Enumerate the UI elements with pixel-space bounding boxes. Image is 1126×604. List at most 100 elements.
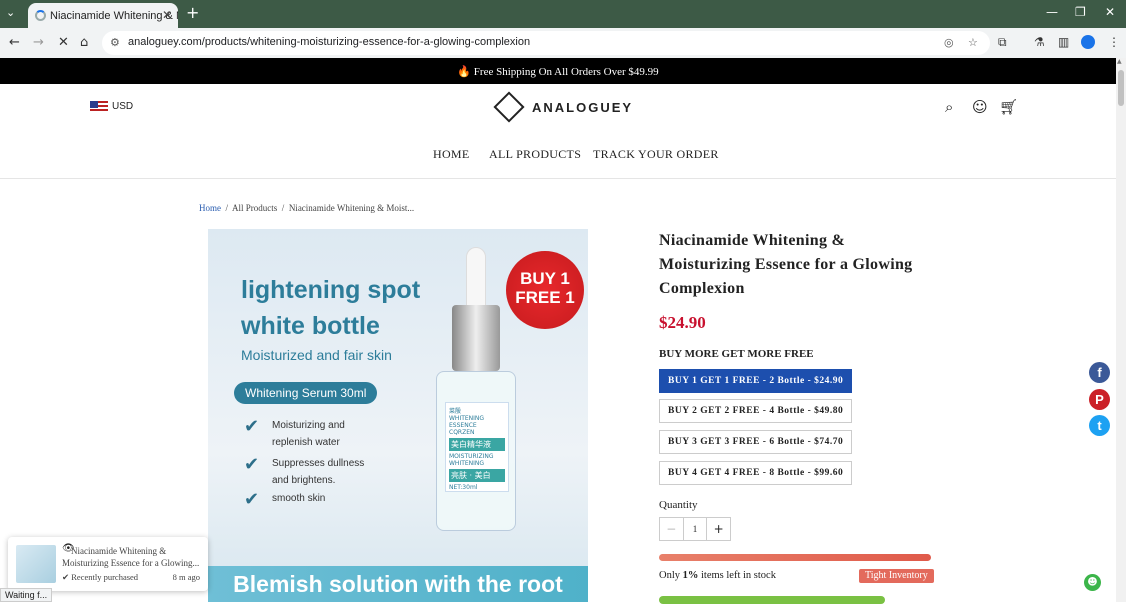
breadcrumb-separator: / xyxy=(225,203,229,213)
extensions-icon[interactable]: ⧉ xyxy=(998,35,1007,50)
stop-loading-icon[interactable]: ✕ xyxy=(58,35,69,50)
popup-product-thumbnail xyxy=(16,545,56,583)
currency-selector[interactable]: USD xyxy=(112,101,133,112)
tab-search-icon[interactable]: ⌄ xyxy=(6,6,15,19)
offer-heading: BUY MORE GET MORE FREE xyxy=(659,348,814,360)
chat-widget-icon[interactable]: ☻ xyxy=(1084,574,1101,591)
product-price: $24.90 xyxy=(659,313,706,332)
facebook-icon[interactable]: f xyxy=(1089,362,1110,383)
bundle-option-2[interactable]: BUY 2 GET 2 FREE - 4 Bottle - $49.80 xyxy=(659,399,853,423)
logo-text: ANALOGUEY xyxy=(532,99,634,115)
popup-status: ✔ Recently purchased xyxy=(62,572,139,582)
image-pill: Whitening Serum 30ml xyxy=(234,382,378,404)
stock-prefix: Only xyxy=(659,570,683,581)
address-bar[interactable]: ⚙ analoguey.com/products/whitening-moist… xyxy=(102,31,990,55)
dropper-bulb xyxy=(466,247,486,307)
feature-text: Suppresses dullness xyxy=(272,458,365,469)
nav-track-order[interactable]: TRACK YOUR ORDER xyxy=(593,147,719,162)
stock-text: Only 1% items left in stock xyxy=(659,570,776,581)
cart-icon[interactable]: 🛒︎ xyxy=(999,98,1018,116)
account-icon[interactable]: ☺ xyxy=(972,98,988,116)
stock-badge: Tight Inventory xyxy=(859,569,934,583)
bottle-net: NET:30ml xyxy=(449,484,478,491)
stock-suffix: items left in stock xyxy=(698,570,776,581)
breadcrumb-current: Niacinamide Whitening & Moist... xyxy=(288,203,415,213)
side-panel-icon[interactable]: ▥ xyxy=(1058,35,1069,49)
bottle-body: 菜殷 WHITENING ESSENCE CQRZEN 美白精华液 MOISTU… xyxy=(436,371,516,531)
breadcrumb-separator: / xyxy=(281,203,285,213)
page-scrollbar[interactable]: ▲ xyxy=(1116,58,1126,602)
url-text[interactable]: analoguey.com/products/whitening-moistur… xyxy=(128,36,530,48)
browser-tab[interactable]: Niacinamide Whitening & Moi... ✕ xyxy=(28,3,178,28)
restore-icon[interactable]: ❐ xyxy=(1075,5,1086,19)
feature-item: ✔ Suppresses dullness and brightens. xyxy=(244,455,364,489)
new-tab-icon[interactable]: + xyxy=(186,3,199,22)
stock-count: 1% xyxy=(682,570,699,581)
product-image[interactable]: lightening spot white bottle Moisturized… xyxy=(208,229,588,602)
nav-home[interactable]: HOME xyxy=(433,147,470,162)
recent-purchase-popup[interactable]: 👁︎ Niacinamide Whitening & Moisturizing … xyxy=(8,537,208,591)
stock-progress-bar xyxy=(659,554,931,561)
tab-title: Niacinamide Whitening & Moi... xyxy=(50,9,178,22)
bottle-line: MOISTURIZING WHITENING xyxy=(449,453,494,467)
search-icon[interactable]: ⌕ xyxy=(945,98,953,116)
checkmark-icon: ✔ xyxy=(244,416,260,437)
menu-kebab-icon[interactable]: ⋮ xyxy=(1108,35,1120,49)
image-headline-2: white bottle xyxy=(241,312,380,340)
minimize-icon[interactable]: — xyxy=(1046,5,1058,19)
labs-icon[interactable]: ⚗ xyxy=(1034,35,1045,49)
quantity-input[interactable]: 1 xyxy=(682,518,708,540)
scroll-up-arrow-icon[interactable]: ▲ xyxy=(1117,58,1122,65)
bottle-name: WHITENING ESSENCE xyxy=(449,415,485,429)
close-window-icon[interactable]: ✕ xyxy=(1105,5,1115,19)
twitter-icon[interactable]: t xyxy=(1089,415,1110,436)
serum-bottle-illustration: 菜殷 WHITENING ESSENCE CQRZEN 美白精华液 MOISTU… xyxy=(436,247,516,537)
feature-text: and brightens. xyxy=(272,475,336,486)
checkmark-icon: ✔ xyxy=(244,454,260,475)
site-header: USD ANALOGUEY ⌕ ☺ 🛒︎ HOME ALL PRODUCTS T… xyxy=(0,84,1116,179)
feature-item: ✔ Moisturizing and replenish water xyxy=(244,417,345,451)
us-flag-icon[interactable] xyxy=(90,101,108,113)
eye-off-icon[interactable]: ◎ xyxy=(944,36,954,49)
site-logo[interactable]: ANALOGUEY xyxy=(493,91,634,123)
feature-text: replenish water xyxy=(272,437,340,448)
site-info-icon[interactable]: ⚙ xyxy=(110,36,120,49)
feature-text: Moisturizing and xyxy=(272,420,345,431)
checkmark-icon: ✔ xyxy=(244,489,260,510)
scrollbar-thumb[interactable] xyxy=(1118,70,1124,106)
bottle-label: 菜殷 WHITENING ESSENCE CQRZEN 美白精华液 MOISTU… xyxy=(445,402,509,492)
breadcrumb-all-products[interactable]: All Products xyxy=(232,203,277,213)
pinterest-icon[interactable]: P xyxy=(1089,389,1110,410)
popup-status-text: Recently purchased xyxy=(71,572,139,582)
image-headline-1: lightening spot xyxy=(241,276,421,304)
buy1-free1-badge: BUY 1 FREE 1 xyxy=(506,251,584,329)
bundle-option-3[interactable]: BUY 3 GET 3 FREE - 6 Bottle - $74.70 xyxy=(659,430,853,454)
quantity-decrease-button[interactable]: − xyxy=(660,518,683,540)
bottle-green: 亮肤 · 美白 xyxy=(449,469,505,482)
bookmark-star-icon[interactable]: ☆ xyxy=(968,36,978,49)
popup-product-text: Niacinamide Whitening & Moisturizing Ess… xyxy=(62,546,200,568)
bottle-brand-latin: CQRZEN xyxy=(449,429,475,436)
logo-diamond-icon xyxy=(493,91,525,123)
bundle-option-4[interactable]: BUY 4 GET 4 FREE - 8 Bottle - $99.60 xyxy=(659,461,853,485)
feature-text: smooth skin xyxy=(272,493,326,504)
back-icon[interactable]: ← xyxy=(9,35,20,50)
bundle-option-1[interactable]: BUY 1 GET 1 FREE - 2 Bottle - $24.90 xyxy=(659,369,853,393)
browser-tab-strip: ⌄ Niacinamide Whitening & Moi... ✕ + — ❐… xyxy=(0,0,1126,28)
quantity-increase-button[interactable]: + xyxy=(707,518,730,540)
product-title: Niacinamide Whitening & Moisturizing Ess… xyxy=(659,232,913,297)
bottle-cn: 美白精华液 xyxy=(449,438,505,451)
popup-time: 8 m ago xyxy=(172,572,200,582)
bottle-cap xyxy=(452,305,500,371)
home-icon[interactable]: ⌂ xyxy=(80,35,88,50)
close-tab-icon[interactable]: ✕ xyxy=(162,8,172,22)
quantity-label: Quantity xyxy=(659,499,698,511)
nav-all-products[interactable]: ALL PRODUCTS xyxy=(489,147,581,162)
profile-avatar-icon[interactable] xyxy=(1081,35,1095,49)
forward-icon[interactable]: → xyxy=(33,35,44,50)
promo-bar: 🔥 Free Shipping On All Orders Over $49.9… xyxy=(0,58,1116,84)
add-to-cart-button[interactable] xyxy=(659,596,885,604)
promo-text: 🔥 Free Shipping On All Orders Over $49.9… xyxy=(457,65,659,78)
breadcrumb-home[interactable]: Home xyxy=(199,203,221,213)
browser-toolbar: ← → ✕ ⌂ ⚙ analoguey.com/products/whiteni… xyxy=(0,28,1126,58)
